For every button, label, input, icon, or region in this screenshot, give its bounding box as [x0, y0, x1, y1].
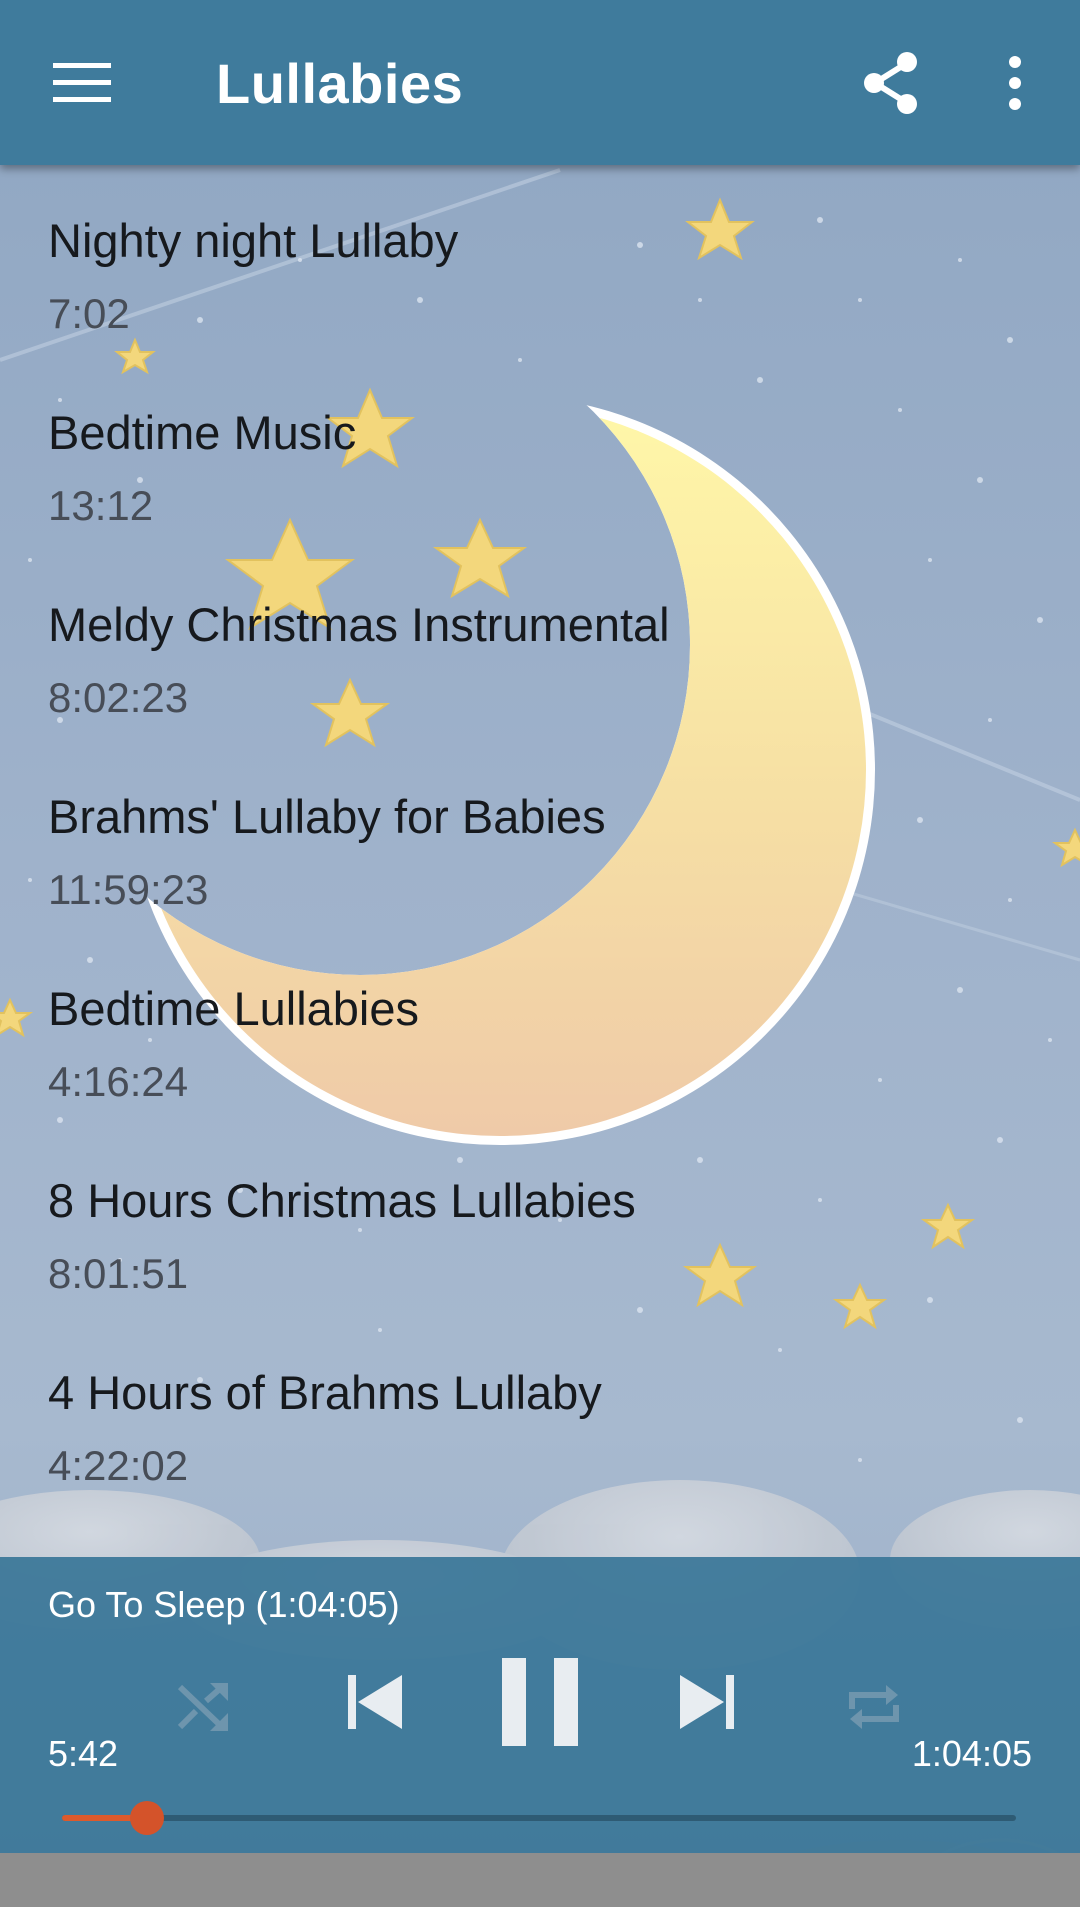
hamburger-menu-icon: [53, 63, 111, 102]
track-item[interactable]: Bedtime Lullabies 4:16:24: [0, 933, 1080, 1125]
track-item[interactable]: Meldy Christmas Instrumental 8:02:23: [0, 549, 1080, 741]
track-duration: 13:12: [48, 482, 154, 529]
track-title: Brahms' Lullaby for Babies: [48, 790, 606, 843]
seek-track: [62, 1815, 1016, 1821]
shuffle-icon: [177, 1683, 228, 1731]
pause-button[interactable]: [490, 1647, 590, 1757]
total-time: 1:04:05: [911, 1733, 1032, 1774]
track-item[interactable]: Nighty night Lullaby 7:02: [0, 165, 1080, 357]
elapsed-time: 5:42: [48, 1733, 119, 1774]
share-icon: [864, 52, 917, 114]
track-duration: 4:22:02: [48, 1442, 189, 1489]
previous-button[interactable]: [330, 1657, 420, 1747]
track-list: Nighty night Lullaby 7:02 Bedtime Music …: [0, 165, 1080, 1557]
skip-next-icon: [680, 1675, 734, 1729]
now-playing-title: Go To Sleep (1:04:05): [48, 1584, 400, 1625]
shuffle-button[interactable]: [164, 1667, 244, 1747]
next-button[interactable]: [662, 1657, 752, 1747]
track-duration: 7:02: [48, 290, 130, 337]
track-item[interactable]: 4 Hours of Brahms Lullaby 4:22:02: [0, 1317, 1080, 1509]
track-title: Bedtime Lullabies: [48, 982, 419, 1035]
more-options-button[interactable]: [970, 38, 1060, 128]
track-item[interactable]: Brahms' Lullaby for Babies 11:59:23: [0, 741, 1080, 933]
share-button[interactable]: [846, 38, 936, 128]
track-title: Bedtime Music: [48, 406, 357, 459]
track-title: Meldy Christmas Instrumental: [48, 598, 670, 651]
bottom-edge: [0, 1853, 1080, 1907]
seek-bar[interactable]: [62, 1798, 1016, 1838]
app-screen: Lullabies Nighty night Lullaby 7:02 Bedt…: [0, 0, 1080, 1907]
track-title: 8 Hours Christmas Lullabies: [48, 1174, 636, 1227]
skip-previous-icon: [348, 1675, 402, 1729]
track-item[interactable]: Bedtime Music 13:12: [0, 357, 1080, 549]
track-title: Nighty night Lullaby: [48, 214, 459, 267]
track-duration: 8:02:23: [48, 674, 189, 721]
track-title: 4 Hours of Brahms Lullaby: [48, 1366, 602, 1419]
repeat-icon: [849, 1685, 899, 1729]
menu-button[interactable]: [38, 42, 128, 124]
seek-thumb[interactable]: [130, 1801, 164, 1835]
page-title: Lullabies: [216, 52, 464, 115]
more-vert-icon: [1009, 56, 1021, 110]
track-duration: 8:01:51: [48, 1250, 189, 1297]
track-item[interactable]: 8 Hours Christmas Lullabies 8:01:51: [0, 1125, 1080, 1317]
repeat-button[interactable]: [834, 1667, 914, 1747]
track-duration: 4:16:24: [48, 1058, 189, 1105]
app-bar: Lullabies: [0, 0, 1080, 165]
pause-icon: [502, 1658, 578, 1746]
track-duration: 11:59:23: [48, 866, 209, 913]
